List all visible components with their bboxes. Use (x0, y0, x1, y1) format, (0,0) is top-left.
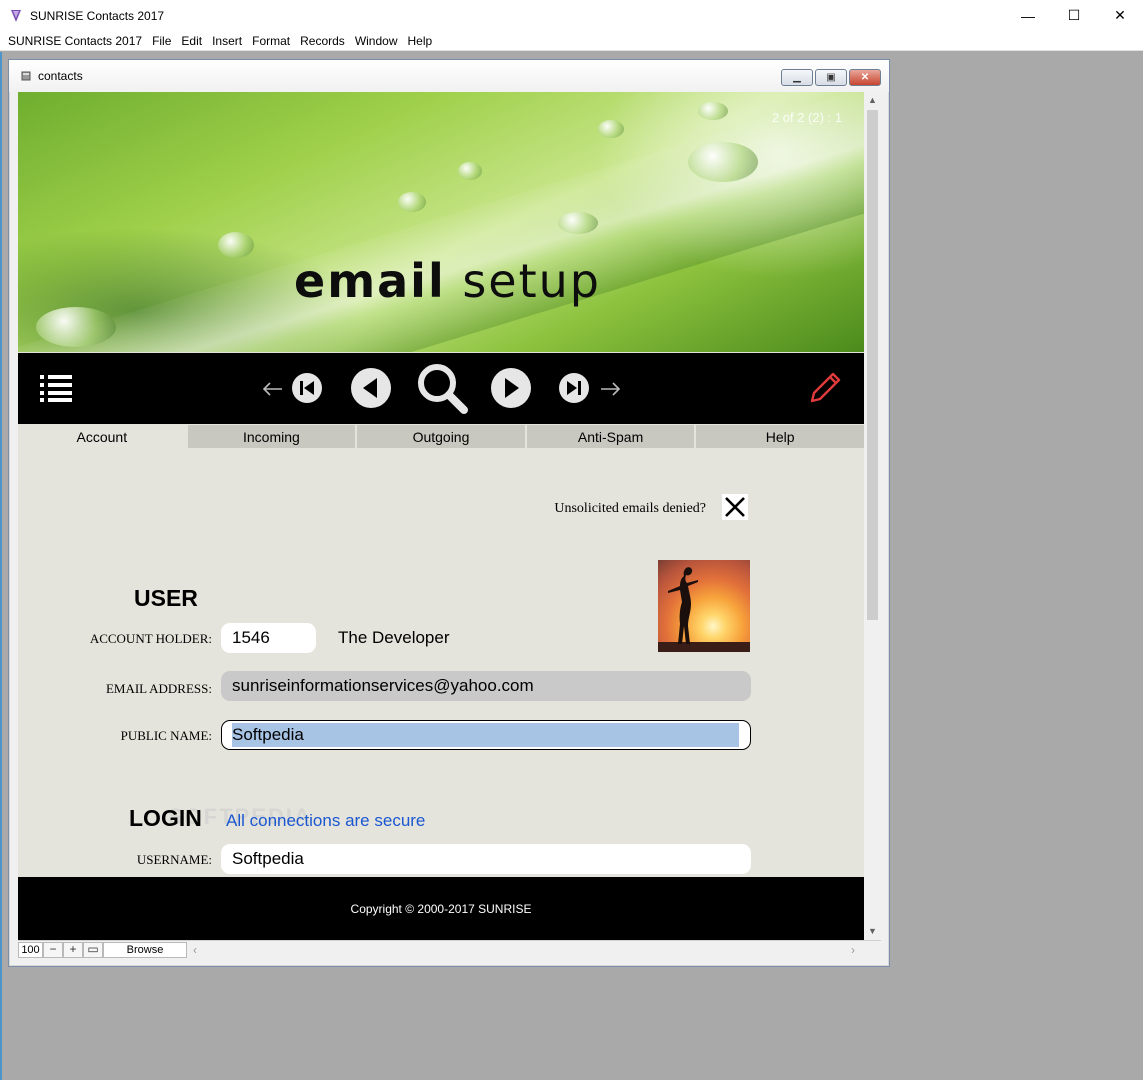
status-area-icon: ▭ (87, 941, 99, 956)
unsolicited-emails-label: Unsolicited emails denied? (554, 501, 706, 516)
account-holder-label: ACCOUNT HOLDER: (89, 631, 212, 646)
tab-bar: Account Incoming Outgoing Anti-Spam Help (18, 425, 864, 448)
vertical-scrollbar[interactable]: ▲ ▼ (864, 92, 881, 940)
previous-record-icon[interactable] (350, 367, 392, 409)
contacts-window-titlebar[interactable]: contacts ▁ ▣ ✕ (9, 60, 889, 92)
mode-indicator[interactable]: Browse (103, 941, 187, 958)
water-drop-graphic (36, 307, 116, 347)
contacts-window: contacts ▁ ▣ ✕ 2 of 2 (2) : 1 email setu… (8, 59, 890, 967)
tab-incoming[interactable]: Incoming (187, 425, 358, 448)
page-title-bold: email (294, 254, 446, 308)
grass-blade-graphic (18, 92, 864, 352)
tab-help[interactable]: Help (696, 425, 864, 448)
menu-bar: SUNRISE Contacts 2017 File Edit Insert F… (0, 31, 1143, 51)
zoom-in-icon: + (69, 941, 77, 956)
close-button[interactable]: ✕ (1097, 0, 1143, 31)
water-drop-graphic (458, 162, 482, 180)
app-titlebar: SUNRISE Contacts 2017 — ☐ ✕ (0, 0, 1143, 31)
maximize-button[interactable]: ☐ (1051, 0, 1097, 31)
secure-connections-note[interactable]: All connections are secure (226, 811, 425, 831)
page-title: email setup (294, 254, 601, 308)
document-icon (21, 71, 31, 81)
child-close-button[interactable]: ✕ (849, 69, 881, 86)
arrow-right-icon[interactable] (600, 381, 622, 397)
tab-anti-spam[interactable]: Anti-Spam (526, 425, 697, 448)
account-holder-id-field[interactable]: 1546 (221, 623, 316, 653)
search-icon[interactable] (416, 362, 468, 414)
menu-window[interactable]: Window (350, 31, 403, 51)
window-controls: — ☐ ✕ (1005, 0, 1143, 31)
child-restore-button[interactable]: ▣ (815, 69, 847, 86)
tab-account[interactable]: Account (18, 425, 188, 448)
email-address-label: EMAIL ADDRESS: (105, 681, 212, 696)
menu-edit[interactable]: Edit (176, 31, 207, 51)
edit-pencil-icon[interactable] (808, 371, 842, 405)
public-name-selection: Softpedia (232, 723, 739, 747)
toggle-status-area-button[interactable]: ▭ (83, 941, 103, 958)
login-section-heading: LOGIN (129, 805, 202, 831)
water-drop-graphic (218, 232, 254, 258)
account-holder-photo (658, 560, 750, 652)
minimize-button[interactable]: — (1005, 0, 1051, 31)
user-section-heading: USER (134, 585, 198, 611)
account-holder-name: The Developer (338, 628, 450, 647)
scroll-up-icon[interactable]: ▲ (864, 92, 881, 109)
zoom-level[interactable]: 100 (18, 941, 43, 958)
header-image: 2 of 2 (2) : 1 email setup (18, 92, 864, 352)
menu-app[interactable]: SUNRISE Contacts 2017 (3, 31, 147, 51)
record-counter: 2 of 2 (2) : 1 (771, 110, 842, 125)
check-x-icon (725, 497, 745, 517)
menu-format[interactable]: Format (247, 31, 295, 51)
zoom-in-button[interactable]: + (63, 941, 83, 958)
water-drop-graphic (698, 102, 728, 120)
water-drop-graphic (558, 212, 598, 234)
zoom-out-button[interactable]: − (43, 941, 63, 958)
close-icon: ✕ (860, 72, 870, 83)
child-minimize-button[interactable]: ▁ (781, 69, 813, 86)
menu-records[interactable]: Records (295, 31, 350, 51)
menu-list-icon[interactable] (40, 374, 72, 402)
minimize-icon: ▁ (793, 72, 801, 83)
vertical-scroll-thumb[interactable] (867, 110, 878, 620)
contacts-window-title: contacts (38, 69, 83, 83)
page-title-rest: setup (462, 254, 601, 308)
username-field[interactable]: Softpedia (221, 844, 751, 874)
status-bar: 100 − + ▭ Browse ‹ › (18, 940, 881, 958)
username-label: USERNAME: (136, 852, 212, 867)
silhouette-image (658, 567, 750, 652)
water-drop-graphic (398, 192, 426, 212)
scroll-down-icon[interactable]: ▼ (864, 923, 881, 940)
email-address-field[interactable]: sunriseinformationservices@yahoo.com (221, 671, 751, 701)
arrow-left-icon[interactable] (261, 381, 283, 397)
water-drop-graphic (598, 120, 624, 138)
unsolicited-emails-checkbox[interactable] (722, 494, 748, 520)
menu-insert[interactable]: Insert (207, 31, 247, 51)
public-name-label: PUBLIC NAME: (120, 728, 212, 743)
last-record-icon[interactable] (558, 372, 590, 404)
first-record-icon[interactable] (291, 372, 323, 404)
menu-help[interactable]: Help (403, 31, 438, 51)
zoom-out-icon: − (49, 941, 57, 956)
next-record-icon[interactable] (490, 367, 532, 409)
layout-viewport: 2 of 2 (2) : 1 email setup Account Incom… (18, 92, 864, 940)
app-logo-icon (11, 9, 21, 22)
water-drop-graphic (688, 142, 758, 182)
public-name-field[interactable]: Softpedia (221, 720, 751, 750)
child-window-controls: ▁ ▣ ✕ (781, 69, 881, 86)
scroll-left-icon[interactable]: ‹ (193, 943, 197, 957)
app-title: SUNRISE Contacts 2017 (30, 8, 165, 23)
menu-file[interactable]: File (147, 31, 176, 51)
footer-copyright: Copyright © 2000-2017 SUNRISE (18, 877, 864, 940)
scroll-right-icon[interactable]: › (851, 943, 855, 957)
navigation-bar (18, 353, 864, 424)
restore-icon: ▣ (826, 72, 836, 83)
tab-outgoing[interactable]: Outgoing (357, 425, 527, 448)
